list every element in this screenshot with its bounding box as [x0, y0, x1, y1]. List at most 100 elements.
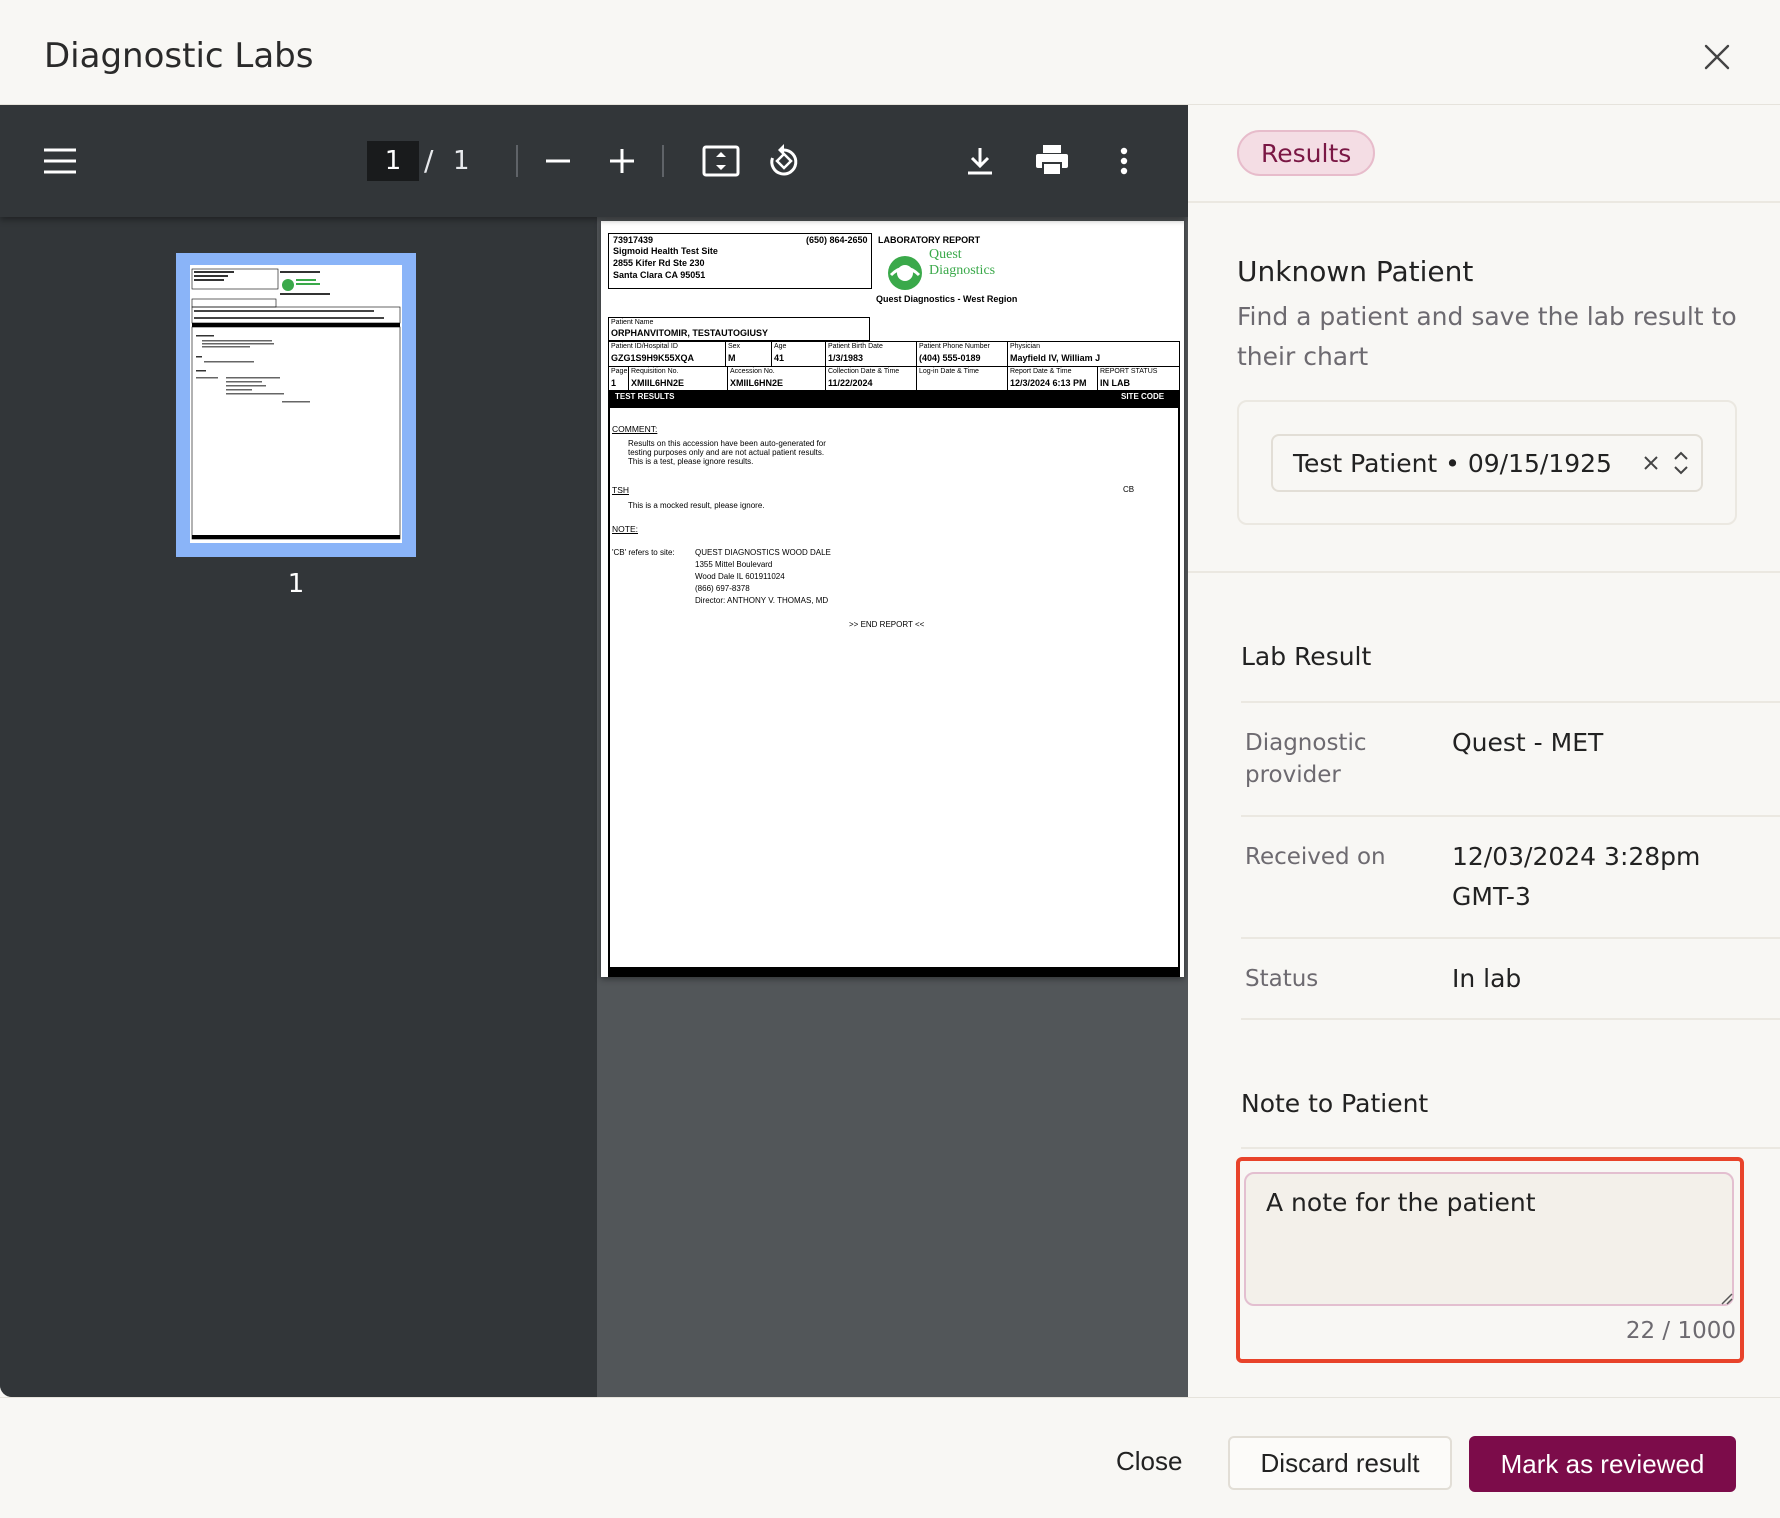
patient-name-label: Patient Name [611, 319, 654, 326]
divider [1188, 571, 1780, 573]
grid-value: XMIIL6HN2E [730, 378, 784, 388]
row-divider [1241, 701, 1780, 703]
menu-icon[interactable] [40, 143, 80, 179]
grid-label: Collection Date & Time [828, 368, 900, 375]
field-value-status: In lab [1452, 964, 1522, 993]
lab-report-page: 73917439 (650) 864-2650 Sigmoid Health T… [601, 221, 1184, 977]
grid-line [771, 341, 772, 366]
grid-line [1007, 341, 1008, 391]
note-char-count: 22 / 1000 [1625, 1318, 1736, 1344]
grid-value: 1/3/1983 [828, 353, 864, 363]
page-number-input[interactable]: 1 [367, 141, 419, 181]
tsh-heading: TSH [612, 485, 629, 495]
grid-label: Patient Birth Date [828, 343, 883, 350]
close-button[interactable]: Close [1098, 1436, 1200, 1486]
note-heading: NOTE: [612, 524, 638, 534]
download-icon[interactable] [962, 143, 998, 179]
field-label-received: Received on [1245, 844, 1386, 870]
grid-line [825, 341, 826, 391]
grid-line [916, 341, 917, 391]
logo-text-1: Quest [929, 247, 962, 262]
print-icon[interactable] [1032, 141, 1072, 179]
site-reference: 'CB' refers to site: [612, 548, 675, 557]
site-code-header: SITE CODE [1121, 392, 1165, 401]
region: Quest Diagnostics - West Region [876, 294, 1018, 304]
chevron-updown-icon[interactable] [1673, 448, 1689, 478]
note-title: Note to Patient [1241, 1089, 1429, 1118]
fit-page-icon[interactable] [701, 143, 741, 179]
document-area: 73917439 (650) 864-2650 Sigmoid Health T… [597, 217, 1188, 1397]
discard-result-button[interactable]: Discard result [1228, 1436, 1452, 1490]
grid-value: 1 [611, 378, 617, 388]
pdf-viewer: 1 / 1 1 73917439 (650) 864-2650 Sigmoid … [0, 105, 1188, 1397]
grid-label: REPORT STATUS [1100, 368, 1158, 375]
grid-line [727, 366, 728, 391]
grid-value: 12/3/2024 6:13 PM [1010, 378, 1087, 388]
quest-logo [885, 253, 925, 293]
toolbar-divider [516, 145, 518, 177]
grid-line [608, 366, 1180, 367]
page-separator: / [424, 144, 434, 177]
more-vert-icon[interactable] [1112, 143, 1136, 179]
page-total: 1 [453, 146, 470, 176]
site-line: QUEST DIAGNOSTICS WOOD DALE [695, 548, 831, 557]
note-textarea[interactable]: A note for the patient [1244, 1172, 1734, 1306]
grid-line [628, 366, 629, 391]
grid-label: Requisition No. [631, 368, 679, 375]
results-box [608, 406, 1180, 976]
rotate-icon[interactable] [764, 141, 804, 181]
tsh-result: This is a mocked result, please ignore. [628, 501, 765, 510]
end-report: >> END REPORT << [849, 620, 925, 629]
field-label-status: Status [1245, 966, 1319, 992]
logo-text-2: Diagnostics [929, 263, 996, 278]
grid-value: IN LAB [1100, 378, 1130, 388]
results-badge: Results [1237, 130, 1376, 176]
grid-value: (404) 555-0189 [919, 353, 981, 363]
modal-footer: Close Discard result Mark as reviewed [0, 1397, 1780, 1518]
clear-icon[interactable] [1641, 449, 1663, 477]
row-divider [1241, 937, 1780, 939]
thumbnail-page-preview [190, 265, 402, 543]
field-value-received: 12/03/2024 3:28pm GMT-3 [1452, 842, 1701, 911]
site-line: (866) 697-8378 [695, 584, 750, 593]
page-thumbnail[interactable] [176, 253, 416, 557]
modal-header: Diagnostic Labs [0, 0, 1780, 105]
patient-title: Unknown Patient [1237, 255, 1474, 288]
grid-value: M [728, 353, 736, 363]
comment-line: This is a test, please ignore results. [628, 457, 754, 466]
patient-select[interactable]: Test Patient • 09/15/1925 [1271, 434, 1703, 492]
modal-title: Diagnostic Labs [44, 36, 314, 76]
site-line: 1355 Mittel Boulevard [695, 560, 773, 569]
zoom-out-icon[interactable] [542, 143, 574, 179]
tsh-site-code: CB [1123, 485, 1135, 494]
site-line: Wood Dale IL 601911024 [695, 572, 785, 581]
close-icon[interactable] [1700, 40, 1734, 74]
test-results-header: TEST RESULTS [615, 392, 675, 401]
patient-subtitle: Find a patient and save the lab result t… [1237, 302, 1737, 371]
mark-as-reviewed-button[interactable]: Mark as reviewed [1469, 1436, 1736, 1492]
lab-result-title: Lab Result [1241, 642, 1372, 671]
toolbar-divider [662, 145, 664, 177]
field-value-provider: Quest - MET [1452, 728, 1604, 757]
patient-card: Test Patient • 09/15/1925 [1237, 400, 1737, 525]
row-divider [1241, 1018, 1780, 1020]
grid-label: Patient ID/Hospital ID [611, 343, 678, 350]
zoom-in-icon[interactable] [606, 143, 638, 179]
grid-line [1097, 366, 1098, 391]
row-divider [1241, 1147, 1780, 1149]
thumbnail-panel: 1 [0, 217, 597, 1397]
grid-value: Mayfield IV, William J [1010, 353, 1101, 363]
site-phone: (650) 864-2650 [806, 235, 868, 245]
grid-label: Age [774, 343, 787, 350]
report-title: LABORATORY REPORT [878, 235, 981, 245]
grid-label: Patient Phone Number [919, 343, 990, 350]
grid-value: XMIIL6HN2E [631, 378, 685, 388]
patient-select-value: Test Patient • 09/15/1925 [1293, 448, 1612, 478]
results-footer-bar [608, 967, 1180, 977]
grid-line [725, 341, 726, 366]
resize-handle-icon[interactable] [1719, 1290, 1733, 1305]
thumbnail-page-number: 1 [287, 569, 305, 599]
comment-heading: COMMENT: [612, 424, 658, 434]
grid-value: 41 [774, 353, 785, 363]
grid-label: Accession No. [730, 368, 775, 375]
